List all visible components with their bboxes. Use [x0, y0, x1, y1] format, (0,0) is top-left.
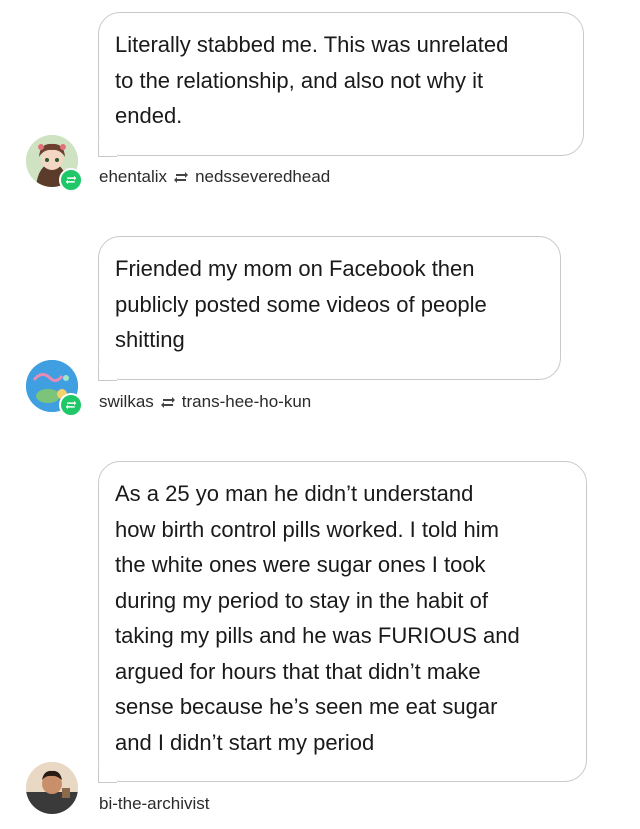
reblog-icon: [160, 396, 175, 408]
post-text-line: during my period to stay in the habit of: [115, 587, 488, 613]
post-bubble-2: Friended my mom on Facebook then publicl…: [97, 236, 561, 381]
post-text-line: taking my pills and he was FURIOUS and: [115, 623, 520, 648]
post-attribution: bi-the-archivist: [99, 794, 210, 814]
post-text-line: Literally stabbed me. This was unrelated: [115, 32, 509, 57]
post-text-line: argued for hours that that didn’t make: [115, 658, 481, 684]
reblog-icon: [174, 171, 189, 183]
post-text-line: sense because he’s seen me eat sugar: [115, 694, 498, 719]
reblogged-from-link[interactable]: nedsseveredhead: [195, 167, 330, 187]
author-link[interactable]: swilkas: [99, 392, 154, 412]
post-attribution: ehentalix nedsseveredhead: [99, 167, 330, 187]
post-text-line: to the relationship, and also not why it: [115, 67, 484, 93]
avatar[interactable]: [26, 762, 78, 814]
post-text-line: ended.: [115, 103, 183, 128]
reblog-badge-icon: [59, 393, 83, 417]
post-text-line: Friended my mom on Facebook then: [115, 256, 475, 281]
post-text-line: As a 25 yo man he didn’t understand: [115, 481, 474, 506]
reblog-badge-icon: [59, 168, 83, 192]
reblogged-from-link[interactable]: trans-hee-ho-kun: [182, 392, 311, 412]
post-text-line: publicly posted some videos of people: [115, 291, 487, 317]
post-text-line: the white ones were sugar ones I took: [115, 552, 486, 577]
post-text-line: and I didn’t start my period: [115, 729, 375, 755]
post-text-line: shitting: [115, 327, 185, 352]
post-attribution: swilkas trans-hee-ho-kun: [99, 392, 311, 412]
post-bubble-3: As a 25 yo man he didn’t understand how …: [97, 461, 587, 783]
author-link[interactable]: bi-the-archivist: [99, 794, 210, 814]
author-link[interactable]: ehentalix: [99, 167, 167, 187]
post-bubble-1: Literally stabbed me. This was unrelated…: [97, 12, 584, 157]
post-text-line: how birth control pills worked. I told h…: [115, 516, 499, 542]
